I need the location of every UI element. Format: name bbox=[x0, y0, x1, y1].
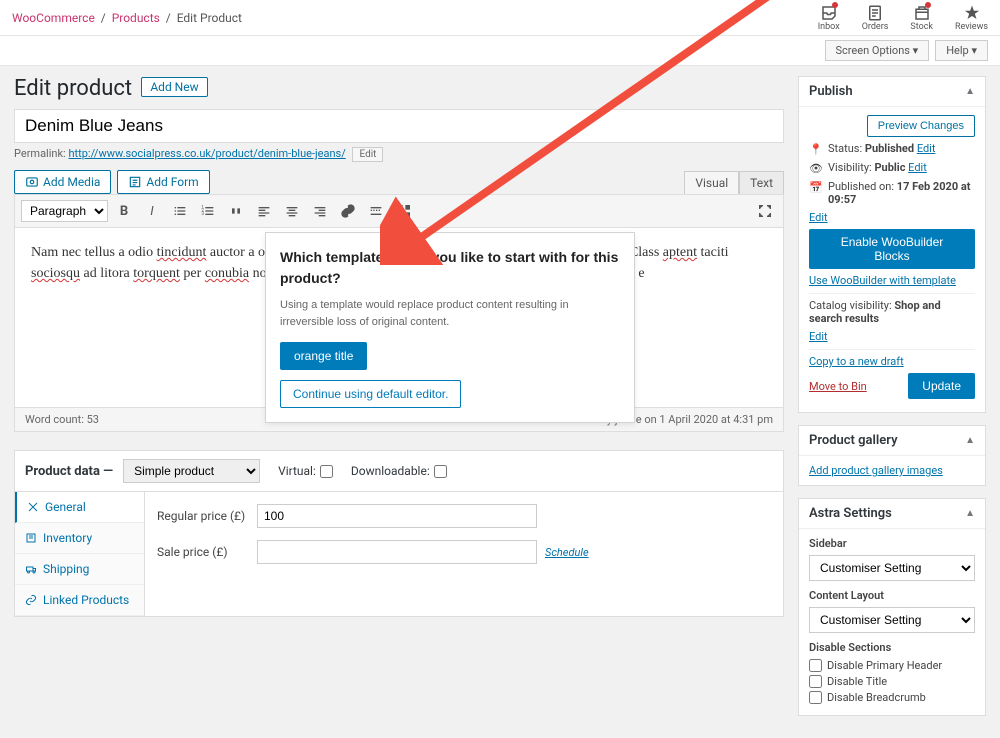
general-tab[interactable]: General bbox=[15, 492, 144, 523]
readmore-button[interactable] bbox=[364, 199, 388, 223]
gallery-panel-header[interactable]: Product gallery▲ bbox=[799, 426, 985, 456]
publish-panel-header[interactable]: Publish▲ bbox=[799, 77, 985, 107]
top-reviews[interactable]: Reviews bbox=[955, 4, 988, 32]
breadcrumb-current: Edit Product bbox=[177, 11, 242, 25]
edit-date-link[interactable]: Edit bbox=[809, 211, 828, 224]
update-button[interactable]: Update bbox=[908, 373, 975, 399]
template-popup: Which template would you like to start w… bbox=[265, 232, 635, 423]
toolbar-toggle-button[interactable] bbox=[392, 199, 416, 223]
number-list-button[interactable]: 123 bbox=[196, 199, 220, 223]
continue-default-button[interactable]: Continue using default editor. bbox=[280, 380, 461, 408]
align-right-button[interactable] bbox=[308, 199, 332, 223]
disable-breadcrumb-checkbox[interactable]: Disable Breadcrumb bbox=[809, 691, 975, 704]
editor-toolbar: Paragraph B I 123 bbox=[14, 194, 784, 228]
popup-description: Using a template would replace product c… bbox=[280, 297, 620, 330]
bold-button[interactable]: B bbox=[112, 199, 136, 223]
preview-changes-button[interactable]: Preview Changes bbox=[867, 115, 975, 137]
link-button[interactable] bbox=[336, 199, 360, 223]
top-inbox[interactable]: Inbox bbox=[818, 4, 840, 32]
regular-price-label: Regular price (£) bbox=[157, 509, 257, 523]
edit-status-link[interactable]: Edit bbox=[917, 142, 936, 155]
breadcrumb-products[interactable]: Products bbox=[112, 11, 160, 25]
edit-catalog-link[interactable]: Edit bbox=[809, 330, 828, 343]
eye-icon: 👁 bbox=[809, 161, 823, 175]
align-center-button[interactable] bbox=[280, 199, 304, 223]
orange-title-button[interactable]: orange title bbox=[280, 342, 367, 370]
breadcrumb: WooCommerce / Products / Edit Product bbox=[12, 11, 242, 25]
pin-icon: 📍 bbox=[809, 142, 823, 156]
italic-button[interactable]: I bbox=[140, 199, 164, 223]
inventory-tab[interactable]: Inventory bbox=[15, 523, 144, 554]
add-new-button[interactable]: Add New bbox=[141, 77, 207, 97]
text-tab[interactable]: Text bbox=[739, 171, 784, 194]
enable-woobuilder-button[interactable]: Enable WooBuilder Blocks bbox=[809, 229, 975, 269]
screen-options-tab[interactable]: Screen Options ▾ bbox=[825, 40, 930, 61]
add-gallery-images-link[interactable]: Add product gallery images bbox=[809, 464, 943, 477]
copy-draft-link[interactable]: Copy to a new draft bbox=[809, 355, 904, 368]
downloadable-checkbox-label[interactable]: Downloadable: bbox=[351, 464, 447, 478]
sidebar-label: Sidebar bbox=[809, 537, 975, 550]
align-left-button[interactable] bbox=[252, 199, 276, 223]
svg-text:3: 3 bbox=[201, 211, 204, 217]
product-type-select[interactable]: Simple product bbox=[123, 459, 260, 483]
permalink-row: Permalink: http://www.socialpress.co.uk/… bbox=[14, 147, 784, 160]
top-stock[interactable]: Stock bbox=[910, 4, 933, 32]
content-layout-select[interactable]: Customiser Setting bbox=[809, 607, 975, 633]
use-woobuilder-link[interactable]: Use WooBuilder with template bbox=[809, 274, 956, 287]
quote-button[interactable] bbox=[224, 199, 248, 223]
linked-products-tab[interactable]: Linked Products bbox=[15, 585, 144, 616]
virtual-checkbox-label[interactable]: Virtual: bbox=[278, 464, 333, 478]
edit-visibility-link[interactable]: Edit bbox=[908, 161, 927, 174]
fullscreen-button[interactable] bbox=[753, 199, 777, 223]
permalink-edit-button[interactable]: Edit bbox=[352, 147, 383, 162]
add-form-button[interactable]: Add Form bbox=[117, 170, 209, 194]
astra-panel-header[interactable]: Astra Settings▲ bbox=[799, 499, 985, 529]
page-title: Edit product bbox=[14, 76, 132, 101]
format-select[interactable]: Paragraph bbox=[21, 200, 108, 222]
top-orders[interactable]: Orders bbox=[862, 4, 889, 32]
popup-title: Which template would you like to start w… bbox=[280, 247, 620, 289]
move-to-bin-link[interactable]: Move to Bin bbox=[809, 380, 867, 393]
visual-tab[interactable]: Visual bbox=[684, 171, 739, 194]
sale-price-input[interactable] bbox=[257, 540, 537, 564]
title-input[interactable] bbox=[14, 109, 784, 143]
disable-primary-header-checkbox[interactable]: Disable Primary Header bbox=[809, 659, 975, 672]
editor-content-area[interactable]: Nam nec tellus a odio tincidunt auctor a… bbox=[14, 228, 784, 408]
schedule-link[interactable]: Schedule bbox=[545, 546, 589, 559]
calendar-icon: 📅 bbox=[809, 180, 823, 194]
word-count: Word count: 53 bbox=[25, 413, 99, 426]
product-data-panel: Product data — Simple product Virtual: D… bbox=[14, 450, 784, 617]
help-tab[interactable]: Help ▾ bbox=[935, 40, 988, 61]
add-media-button[interactable]: Add Media bbox=[14, 170, 111, 194]
disable-sections-label: Disable Sections bbox=[809, 641, 975, 654]
regular-price-input[interactable] bbox=[257, 504, 537, 528]
product-data-heading: Product data — bbox=[25, 464, 113, 479]
breadcrumb-woocommerce[interactable]: WooCommerce bbox=[12, 11, 95, 25]
permalink-url[interactable]: http://www.socialpress.co.uk/product/den… bbox=[68, 147, 345, 160]
sidebar-select[interactable]: Customiser Setting bbox=[809, 555, 975, 581]
content-layout-label: Content Layout bbox=[809, 589, 975, 602]
sale-price-label: Sale price (£) bbox=[157, 545, 257, 559]
bullet-list-button[interactable] bbox=[168, 199, 192, 223]
disable-title-checkbox[interactable]: Disable Title bbox=[809, 675, 975, 688]
shipping-tab[interactable]: Shipping bbox=[15, 554, 144, 585]
